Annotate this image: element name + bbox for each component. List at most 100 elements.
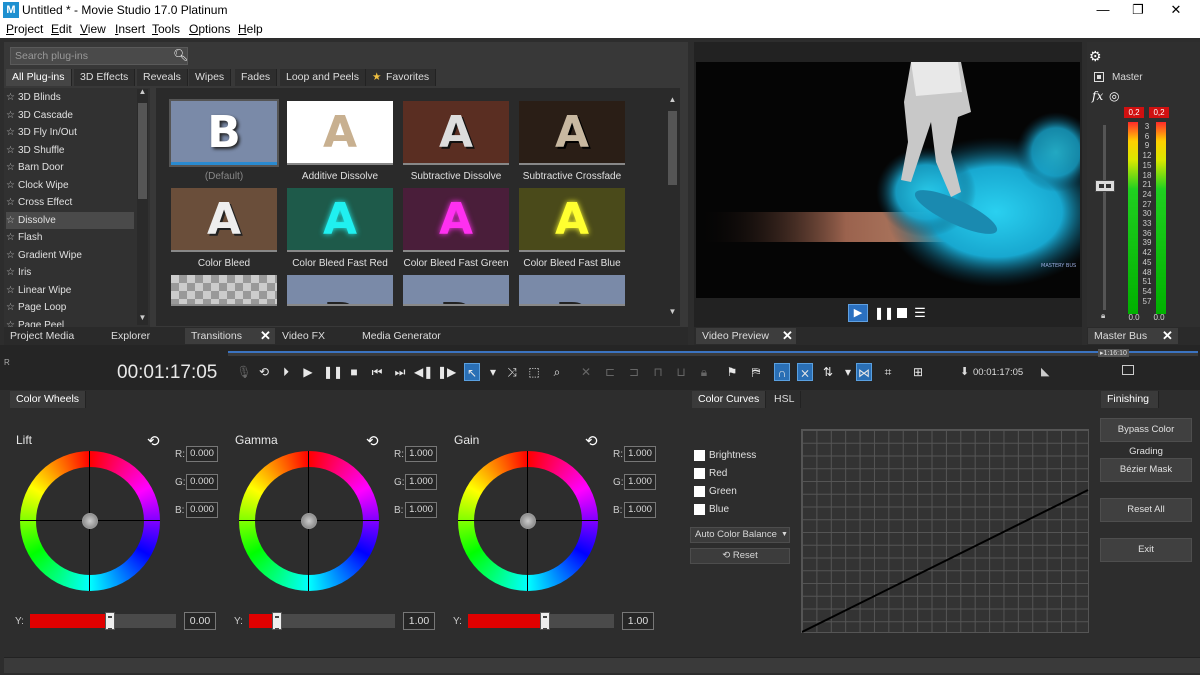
- fx-icon[interactable]: fx: [1092, 89, 1103, 103]
- close-button[interactable]: ✕: [1158, 0, 1194, 20]
- next-frame-icon[interactable]: ❚▶: [437, 363, 456, 381]
- search-icon[interactable]: 🔍︎: [173, 48, 188, 62]
- gain-y-handle[interactable]: [540, 612, 551, 630]
- stop-icon[interactable]: ■: [346, 363, 362, 381]
- plugin-item-gradient-wipe[interactable]: ☆ Gradient Wipe: [6, 247, 134, 264]
- tab-fades[interactable]: Fades: [235, 69, 278, 86]
- star-icon[interactable]: ☆: [6, 162, 15, 173]
- envelope-tool-icon[interactable]: ⤨: [504, 363, 520, 381]
- stop-preview-button[interactable]: [897, 308, 907, 318]
- tab-all-plugins[interactable]: All Plug-ins: [6, 69, 72, 86]
- gamma-y-slider[interactable]: [249, 612, 395, 630]
- plugin-item-barn-door[interactable]: ☆ Barn Door: [6, 159, 134, 176]
- mic-icon[interactable]: 🎙︎: [236, 363, 252, 381]
- lift-b-input[interactable]: 0.000: [186, 502, 218, 518]
- transition-thumbnail[interactable]: [171, 275, 277, 306]
- transition-thumbnail[interactable]: B: [287, 275, 393, 306]
- menu-view[interactable]: View: [80, 22, 106, 36]
- lift-y-handle[interactable]: [105, 612, 116, 630]
- menu-options[interactable]: Options: [189, 22, 230, 36]
- close-video-preview-icon[interactable]: ✕: [782, 328, 793, 344]
- plugin-item-3d-blinds[interactable]: ☆ 3D Blinds: [6, 89, 134, 106]
- zoom-tool-icon[interactable]: ⌕: [549, 363, 565, 381]
- split-icon[interactable]: ⊓: [650, 363, 666, 381]
- transition-thumbnail[interactable]: B: [403, 275, 509, 306]
- transition-thumbnail[interactable]: A: [403, 101, 509, 165]
- transition-thumbnail[interactable]: A: [287, 188, 393, 252]
- search-input[interactable]: Search plug-ins 🔍︎: [10, 47, 188, 65]
- star-icon[interactable]: ☆: [6, 145, 15, 156]
- transition-thumbnail[interactable]: B: [519, 275, 625, 306]
- tab-loop-and-peels[interactable]: Loop and Peels: [280, 69, 366, 86]
- lift-r-input[interactable]: 0.000: [186, 446, 218, 462]
- transition-thumbnail[interactable]: A: [171, 188, 277, 252]
- lift-color-wheel[interactable]: [20, 451, 160, 591]
- gamma-y-handle[interactable]: [271, 612, 282, 630]
- insert-region-icon[interactable]: ⛿: [748, 363, 764, 381]
- grid-icon[interactable]: ⌗: [880, 363, 896, 381]
- ripple-dropdown-icon[interactable]: ▾: [840, 363, 856, 381]
- star-icon[interactable]: ☆: [6, 302, 15, 313]
- green-checkbox[interactable]: [694, 486, 705, 497]
- star-icon[interactable]: ☆: [6, 197, 15, 208]
- bypass-color-grading-button[interactable]: Bypass Color Grading: [1100, 418, 1192, 457]
- tab-finishing[interactable]: Finishing: [1101, 391, 1159, 408]
- go-to-start-icon[interactable]: ⏮: [369, 363, 385, 381]
- gain-y-slider[interactable]: [468, 612, 614, 630]
- gamma-reset-icon[interactable]: ⟲: [366, 432, 379, 450]
- tab-reveals[interactable]: Reveals: [137, 69, 188, 86]
- auto-ripple-icon[interactable]: ⨯: [797, 363, 813, 381]
- play-preview-button[interactable]: ▶: [848, 304, 868, 322]
- tab-video-fx[interactable]: Video FX: [276, 328, 325, 344]
- plugin-item-3d-fly-in-out[interactable]: ☆ 3D Fly In/Out: [6, 124, 134, 141]
- tab-project-media[interactable]: Project Media: [4, 328, 74, 344]
- star-icon[interactable]: ☆: [6, 110, 15, 121]
- plugin-item-flash[interactable]: ☆ Flash: [6, 229, 134, 246]
- gamma-r-input[interactable]: 1.000: [405, 446, 437, 462]
- curve-graph[interactable]: [801, 429, 1089, 633]
- preview-menu-icon[interactable]: ☰: [913, 304, 927, 322]
- play-icon[interactable]: ▶: [300, 363, 316, 381]
- transition-thumbnail[interactable]: A: [287, 101, 393, 165]
- red-checkbox[interactable]: [694, 468, 705, 479]
- exit-button[interactable]: Exit: [1100, 538, 1192, 562]
- thumbnail-scrollbar[interactable]: ▲ ▼: [667, 95, 678, 319]
- menu-project[interactable]: Project: [6, 22, 43, 36]
- reset-all-button[interactable]: Reset All: [1100, 498, 1192, 522]
- gamma-b-input[interactable]: 1.000: [405, 502, 437, 518]
- timeline-ruler[interactable]: [228, 351, 1198, 356]
- split-trim-icon[interactable]: ⊔: [673, 363, 689, 381]
- plugin-item-dissolve[interactable]: ☆ Dissolve: [6, 211, 134, 229]
- transition-thumbnail[interactable]: B: [169, 99, 279, 167]
- gain-color-wheel[interactable]: [458, 451, 598, 591]
- plugin-item-3d-cascade[interactable]: ☆ 3D Cascade: [6, 107, 134, 124]
- crossfade-icon[interactable]: ⋈: [856, 363, 872, 381]
- transition-thumbnail[interactable]: A: [403, 188, 509, 252]
- plugin-item-clock-wipe[interactable]: ☆ Clock Wipe: [6, 177, 134, 194]
- plugin-item-3d-shuffle[interactable]: ☆ 3D Shuffle: [6, 142, 134, 159]
- brightness-checkbox[interactable]: [694, 450, 705, 461]
- tab-favorites[interactable]: ★ Favorites: [366, 69, 437, 86]
- fullscreen-icon[interactable]: [1122, 365, 1134, 375]
- transition-thumbnail[interactable]: A: [519, 188, 625, 252]
- blue-checkbox[interactable]: [694, 504, 705, 515]
- tool-dropdown-icon[interactable]: ▾: [485, 363, 501, 381]
- gamma-wheel-knob[interactable]: [301, 513, 317, 529]
- master-fader-handle[interactable]: [1095, 180, 1115, 192]
- gain-r-input[interactable]: 1.000: [624, 446, 656, 462]
- lift-g-input[interactable]: 0.000: [186, 474, 218, 490]
- menu-help[interactable]: Help: [238, 22, 263, 36]
- gain-b-input[interactable]: 1.000: [624, 502, 656, 518]
- star-icon[interactable]: ☆: [6, 285, 15, 296]
- lift-y-slider[interactable]: [30, 612, 176, 630]
- gain-reset-icon[interactable]: ⟲: [585, 432, 598, 450]
- tab-color-wheels[interactable]: Color Wheels: [10, 391, 87, 408]
- end-marker-icon[interactable]: ◣: [1041, 365, 1049, 378]
- star-icon[interactable]: ☆: [6, 232, 15, 243]
- plugin-item-cross-effect[interactable]: ☆ Cross Effect: [6, 194, 134, 211]
- plugin-item-page-loop[interactable]: ☆ Page Loop: [6, 299, 134, 316]
- gear-icon[interactable]: ⚙: [1089, 48, 1102, 65]
- plugin-item-iris[interactable]: ☆ Iris: [6, 264, 134, 281]
- tab-3d-effects[interactable]: 3D Effects: [74, 69, 136, 86]
- lift-reset-icon[interactable]: ⟲: [147, 432, 160, 450]
